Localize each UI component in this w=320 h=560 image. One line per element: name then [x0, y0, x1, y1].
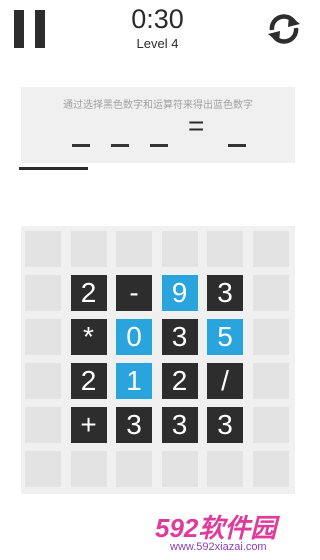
number-tile[interactable]: 2 — [70, 363, 107, 399]
empty-cell — [25, 275, 61, 311]
empty-cell — [70, 451, 107, 487]
equation-blank — [111, 144, 129, 147]
empty-cell — [161, 231, 198, 267]
empty-cell — [25, 319, 61, 355]
equation-blank — [72, 144, 90, 147]
empty-cell — [25, 231, 61, 267]
empty-cell — [252, 363, 289, 399]
number-tile[interactable]: * — [70, 319, 107, 355]
target-number-tile[interactable]: 1 — [116, 363, 152, 399]
equals-sign: = — [188, 110, 205, 141]
watermark-url: www.592xiazai.com — [170, 541, 267, 553]
number-tile[interactable]: 2 — [161, 363, 198, 399]
empty-cell — [70, 231, 107, 267]
number-tile[interactable]: 3 — [161, 407, 198, 443]
time-progress-bar — [19, 167, 88, 170]
target-number-tile[interactable]: 9 — [161, 275, 198, 311]
empty-cell — [25, 363, 61, 399]
instruction-text: 通过选择黑色数字和运算符来得出蓝色数字 — [63, 100, 253, 111]
empty-cell — [116, 451, 152, 487]
empty-cell — [161, 451, 198, 487]
number-tile[interactable]: 2 — [70, 275, 107, 311]
target-number-tile[interactable]: 0 — [116, 319, 152, 355]
empty-cell — [207, 231, 243, 267]
game-board: 2-9 3 * 0 3 5 2 1 2/+3 3 3 — [21, 226, 295, 494]
empty-cell — [252, 451, 289, 487]
empty-cell — [252, 407, 289, 443]
empty-cell — [252, 231, 289, 267]
watermark-logo: 592软件园 — [155, 513, 277, 543]
empty-cell — [116, 231, 152, 267]
number-tile[interactable]: / — [207, 363, 243, 399]
number-tile[interactable]: 3 — [207, 275, 243, 311]
equation-blank — [150, 144, 168, 147]
empty-cell — [252, 319, 289, 355]
empty-cell — [25, 407, 61, 443]
number-tile[interactable]: 3 — [161, 319, 198, 355]
empty-cell — [25, 451, 61, 487]
empty-cell — [252, 275, 289, 311]
answer-blank — [228, 144, 246, 147]
target-number-tile[interactable]: 5 — [207, 319, 243, 355]
empty-cell — [207, 451, 243, 487]
number-tile[interactable]: 3 — [116, 407, 152, 443]
equation-panel: 通过选择黑色数字和运算符来得出蓝色数字 = — [21, 87, 295, 163]
restart-button[interactable] — [264, 12, 304, 46]
number-tile[interactable]: + — [70, 407, 107, 443]
number-tile[interactable]: - — [116, 275, 152, 311]
number-tile[interactable]: 3 — [207, 407, 243, 443]
refresh-icon — [268, 14, 300, 44]
